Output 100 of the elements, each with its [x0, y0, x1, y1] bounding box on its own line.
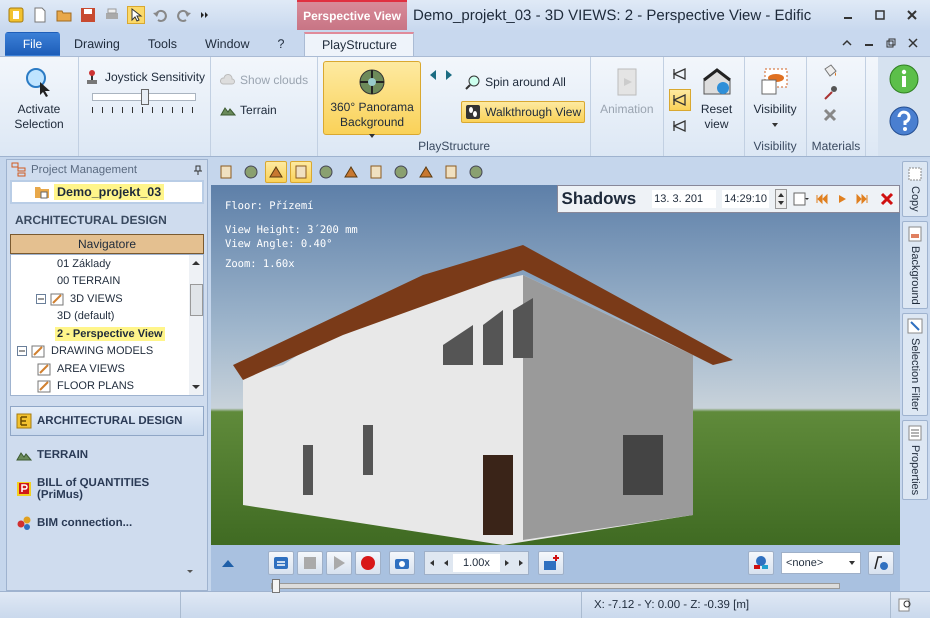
date-field[interactable]: 13. 3. 201 — [652, 190, 716, 208]
filter-icon — [907, 318, 923, 334]
reset-view-button[interactable]: Reset view — [694, 61, 738, 137]
more-icon[interactable] — [200, 10, 210, 20]
menu-tab[interactable]: ? — [264, 32, 298, 56]
visibility-button[interactable]: Visibility — [750, 61, 801, 134]
menu-tab[interactable]: Tools — [134, 32, 192, 56]
restore-icon[interactable] — [886, 38, 896, 48]
panorama-background-button[interactable]: 360° Panorama Background — [323, 61, 422, 135]
side-tab[interactable]: Background — [902, 220, 928, 310]
collapse-toggle-icon[interactable] — [36, 294, 46, 304]
skip-back-icon[interactable] — [815, 192, 829, 206]
caret-down-icon — [848, 559, 856, 567]
new-file-icon[interactable] — [32, 7, 48, 23]
pin-icon[interactable] — [193, 165, 203, 175]
view-info-text: Floor: Přízemí — [225, 199, 315, 213]
camera-frustum-icon — [672, 93, 686, 107]
app-logo-icon[interactable] — [8, 7, 24, 23]
slider-thumb[interactable] — [141, 89, 149, 105]
paint-bucket-icon[interactable] — [822, 63, 838, 79]
view-info-text: Zoom: 1.60x — [225, 257, 296, 271]
menu-tab[interactable]: Drawing — [60, 32, 134, 56]
speed-field[interactable]: 1.00x — [453, 554, 500, 572]
terrain-button[interactable]: Terrain — [216, 99, 281, 121]
eyedropper-icon[interactable] — [822, 85, 838, 101]
copy-icon — [907, 166, 923, 182]
record-icon — [360, 555, 376, 571]
tree-structure-icon — [11, 162, 27, 178]
scroll-down-icon[interactable] — [191, 382, 201, 392]
loop-button[interactable] — [268, 551, 294, 575]
zoom-sheet-icon[interactable] — [897, 597, 913, 613]
collapse-toggle-icon[interactable] — [17, 346, 27, 356]
save-icon[interactable] — [80, 7, 96, 23]
walkthrough-view-button[interactable]: Walkthrough View — [461, 101, 586, 123]
redo-icon[interactable] — [176, 7, 192, 23]
toolbar-button[interactable] — [290, 161, 312, 183]
group-label: PlayStructure — [418, 139, 490, 155]
close-icon[interactable] — [879, 191, 895, 207]
context-tab[interactable]: PlayStructure — [304, 32, 414, 56]
menu-tab[interactable]: Window — [191, 32, 264, 56]
collapse-ribbon-icon[interactable] — [842, 38, 852, 48]
scrollbar-thumb[interactable] — [190, 284, 202, 316]
side-tab[interactable]: Selection Filter — [902, 313, 928, 416]
properties-icon — [907, 425, 923, 442]
calendar-icon[interactable] — [793, 191, 809, 207]
info-icon[interactable] — [888, 63, 920, 95]
close-icon[interactable] — [906, 9, 918, 21]
close-icon[interactable] — [908, 38, 918, 48]
preset-dropdown[interactable]: <none> — [781, 552, 861, 574]
maximize-icon[interactable] — [874, 9, 886, 21]
3d-viewport[interactable]: Floor: Přízemí View Height: 3´200 mm View Angle: 0.40° Zoom: 1.60x Shadows 13. 3. 201 14:29:10 — [211, 185, 900, 545]
delete-icon[interactable] — [822, 107, 838, 123]
group-label: Materials — [812, 139, 860, 155]
camera-plus-icon — [542, 555, 559, 571]
tree-item[interactable]: FLOOR PLANS — [55, 379, 136, 394]
letter-p-icon — [16, 481, 32, 497]
module-item[interactable]: TERRAIN — [10, 440, 204, 470]
skip-forward-icon[interactable] — [855, 192, 869, 206]
section-title: ARCHITECTURAL DESIGN — [14, 212, 168, 229]
bg-sheet-icon — [907, 226, 923, 242]
help-icon[interactable] — [888, 105, 920, 137]
tree-item[interactable]: 01 Základy — [55, 256, 113, 271]
tree-item[interactable]: 3D VIEWS — [68, 292, 125, 306]
effects-button[interactable] — [868, 551, 894, 575]
time-field[interactable]: 14:29:10 — [722, 190, 769, 208]
snapshot-button[interactable] — [389, 551, 415, 575]
tree-item[interactable]: 00 TERRAIN — [55, 274, 122, 288]
tree-item[interactable]: 3D (default) — [55, 309, 116, 324]
loop-icon — [273, 555, 289, 571]
module-item[interactable]: BILL of QUANTITIES (PriMus) — [10, 474, 204, 504]
file-tab[interactable]: File — [5, 32, 60, 56]
camera-mode-button[interactable] — [668, 89, 690, 111]
caret-down-icon — [368, 132, 376, 140]
scroll-up-icon[interactable] — [191, 258, 201, 268]
tree-item[interactable]: 2 - Perspective View — [55, 326, 165, 341]
timeline-thumb[interactable] — [272, 579, 280, 593]
spin-around-all-button[interactable]: Spin around All — [461, 71, 586, 93]
project-item[interactable]: Demo_projekt_03 — [54, 184, 164, 200]
spinner-icon[interactable] — [775, 189, 787, 209]
activate-selection-button[interactable]: Activate Selection — [5, 61, 73, 137]
letter-e-icon — [16, 413, 32, 429]
folder-icon — [34, 184, 50, 200]
pointer-icon[interactable] — [128, 7, 144, 23]
record-button[interactable] — [355, 551, 381, 575]
stereo-3d-button[interactable] — [748, 551, 774, 575]
fx-gear-icon — [873, 555, 889, 571]
view-info-text: View Angle: 0.40° — [225, 237, 334, 251]
toolbar-button[interactable] — [265, 161, 287, 183]
module-item[interactable]: ARCHITECTURAL DESIGN — [10, 406, 204, 436]
module-item[interactable]: BIM connection... — [10, 508, 204, 538]
add-camera-button[interactable] — [538, 551, 564, 575]
camera-frustum-icon — [672, 119, 686, 133]
tree-item[interactable]: DRAWING MODELS — [49, 344, 156, 358]
undo-icon[interactable] — [152, 7, 168, 23]
joystick-sensitivity-label: Joystick Sensitivity — [105, 70, 206, 84]
side-tab[interactable]: Copy — [902, 161, 928, 217]
side-tab[interactable]: Properties — [902, 420, 928, 500]
coordinates-text: X: -7.12 - Y: 0.00 - Z: -0.39 [m] — [593, 599, 750, 611]
joystick-icon — [84, 69, 100, 85]
tree-item[interactable]: AREA VIEWS — [55, 362, 127, 376]
